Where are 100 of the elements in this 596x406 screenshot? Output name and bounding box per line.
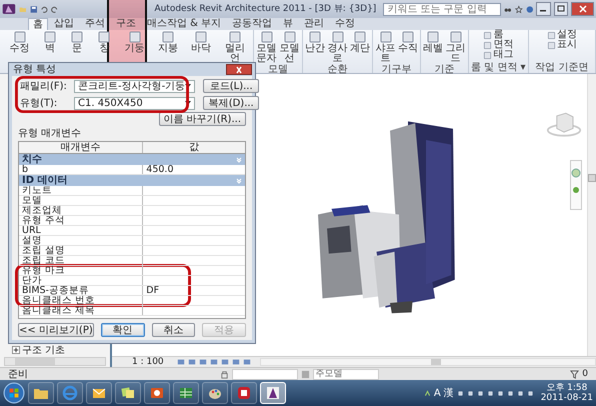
dialog-button[interactable]: 취소: [152, 323, 196, 337]
dialog-button[interactable]: << 미리보기(P): [18, 323, 94, 337]
type-dropdown[interactable]: C1. 450X450: [74, 96, 196, 110]
ribbon-button[interactable]: 지붕: [158, 30, 178, 73]
filter-count: 0: [582, 369, 588, 379]
family-label: 패밀리(F):: [20, 80, 66, 92]
parameter-name: 옴니클래스 제목: [19, 306, 144, 315]
ribbon-button[interactable]: 계단: [350, 30, 370, 64]
globe-icon: [62, 385, 78, 401]
ribbon-tab[interactable]: 공동작업: [227, 18, 278, 30]
column-header[interactable]: 매개변수: [19, 142, 144, 153]
close-button[interactable]: [226, 64, 252, 75]
vertical-scrollbar[interactable]: [587, 74, 596, 356]
tool-icon: [194, 30, 208, 44]
collapse-icon: [236, 178, 242, 184]
clock-time[interactable]: 오후 1:58: [546, 383, 588, 393]
workset-field[interactable]: 주모델: [312, 368, 379, 380]
tool-icon: [282, 30, 296, 44]
ribbon-button[interactable]: 면적: [483, 40, 514, 50]
window-title: Autodesk Revit Architecture 2011 - [3D 뷰: {3D}]: [154, 4, 376, 14]
taskbar-button[interactable]: [115, 382, 141, 404]
view-scale[interactable]: 1 : 100: [132, 357, 164, 367]
taskbar-button[interactable]: [173, 382, 199, 404]
parameter-name: 옴니클래스 번호: [19, 296, 144, 305]
collapse-icon: [236, 156, 242, 162]
ribbon-button[interactable]: 모델 선: [279, 30, 300, 64]
spreadsheet-icon: [178, 385, 194, 401]
taskbar-button[interactable]: [202, 382, 228, 404]
navigation-bar-icon[interactable]: [570, 160, 582, 210]
ribbon-button[interactable]: 설정: [546, 30, 577, 40]
parameter-value[interactable]: 450.0: [143, 165, 245, 174]
save-icon[interactable]: [30, 4, 38, 14]
ribbon-tab[interactable]: 관리: [299, 18, 330, 30]
horizontal-scrollbar[interactable]: [4, 357, 106, 366]
tool-icon: [401, 30, 415, 44]
horizontal-scrollbar[interactable]: [260, 358, 596, 366]
ribbon-tab[interactable]: 주석: [80, 18, 110, 30]
dialog-button[interactable]: 확인: [100, 323, 145, 337]
tool-icon: [128, 30, 142, 44]
panel-label: 순환: [328, 64, 348, 75]
maximize-button[interactable]: [554, 2, 568, 16]
ribbon-button[interactable]: 표시: [546, 40, 577, 50]
search-field[interactable]: 키워드 또는 구문 입력: [383, 2, 502, 16]
group-header[interactable]: 치수: [19, 154, 245, 165]
design-option-field[interactable]: [232, 368, 298, 380]
star-icon[interactable]: [514, 4, 523, 14]
ribbon-button[interactable]: 멀리언: [224, 30, 246, 73]
ribbon-button[interactable]: 샤프트: [375, 30, 396, 64]
ribbon-button[interactable]: 레벨: [423, 30, 443, 64]
ribbon-tab[interactable]: 수정: [330, 18, 360, 30]
ribbon-tab[interactable]: 뷰: [278, 18, 298, 30]
start-button[interactable]: [3, 382, 25, 404]
expand-icon[interactable]: [12, 346, 20, 354]
tool-icon: [353, 30, 367, 44]
parameter-name: b: [19, 165, 144, 174]
ribbon-tab[interactable]: 구조: [111, 18, 141, 30]
column-header[interactable]: 값: [143, 142, 245, 153]
ribbon-button[interactable]: 경사로: [327, 30, 348, 64]
duplicate-button[interactable]: 복제(D)...: [203, 96, 260, 110]
parameter-name: 유형 주석: [19, 216, 144, 225]
taskbar-button[interactable]: [86, 382, 112, 404]
taskbar-button[interactable]: [28, 382, 54, 404]
clock-date[interactable]: 2011-08-21: [540, 393, 593, 403]
ribbon-button[interactable]: 문: [70, 30, 84, 73]
language-icon[interactable]: [424, 390, 431, 396]
taskbar-button[interactable]: [144, 382, 170, 404]
load-button[interactable]: 로드(L)...: [203, 79, 260, 93]
tool-icon: [12, 30, 27, 44]
family-dropdown[interactable]: 콘크리트-정사각형-기둥: [74, 80, 196, 92]
rename-button[interactable]: 이름 바꾸기(R)...: [158, 112, 246, 126]
app-icon: [236, 385, 252, 401]
taskbar-button[interactable]: [260, 382, 286, 404]
ribbon-button[interactable]: 룸: [483, 30, 504, 40]
parameter-value[interactable]: DF: [143, 286, 245, 295]
ribbon-tab[interactable]: 삽입: [49, 18, 79, 30]
ribbon-button[interactable]: 그리드: [445, 30, 466, 64]
group-header[interactable]: ID 데이터: [19, 175, 245, 186]
parameter-name: BIMS-공종분류: [19, 286, 144, 295]
close-icon: [234, 66, 244, 74]
tool-icon: [448, 30, 462, 44]
ribbon-tab[interactable]: 매스작업 & 부지: [142, 18, 226, 30]
ribbon-button[interactable]: 바닥: [191, 30, 212, 73]
ribbon-button[interactable]: 난간: [305, 30, 325, 64]
taskbar-button[interactable]: [231, 382, 257, 404]
type-label: 유형(T):: [20, 98, 58, 108]
app-logo-icon[interactable]: [2, 1, 16, 17]
lock-icon[interactable]: [220, 370, 229, 378]
ribbon-tab[interactable]: 홈: [28, 18, 48, 30]
ribbon-button[interactable]: 모델 문자: [256, 30, 277, 64]
tree-item[interactable]: 구조 기초: [22, 344, 66, 356]
ribbon-button[interactable]: 기둥: [124, 30, 145, 73]
input-mode-indicator[interactable]: A: [434, 388, 441, 398]
close-button[interactable]: [571, 2, 594, 16]
input-mode-indicator[interactable]: 漢: [444, 388, 454, 398]
ribbon-button[interactable]: 수직: [398, 30, 418, 64]
minimize-button[interactable]: [536, 2, 551, 16]
dialog-title: 유형 특성: [13, 64, 56, 75]
help-icon[interactable]: [526, 4, 534, 14]
filter-icon[interactable]: [570, 370, 580, 378]
ribbon-button[interactable]: 태그: [483, 50, 514, 60]
